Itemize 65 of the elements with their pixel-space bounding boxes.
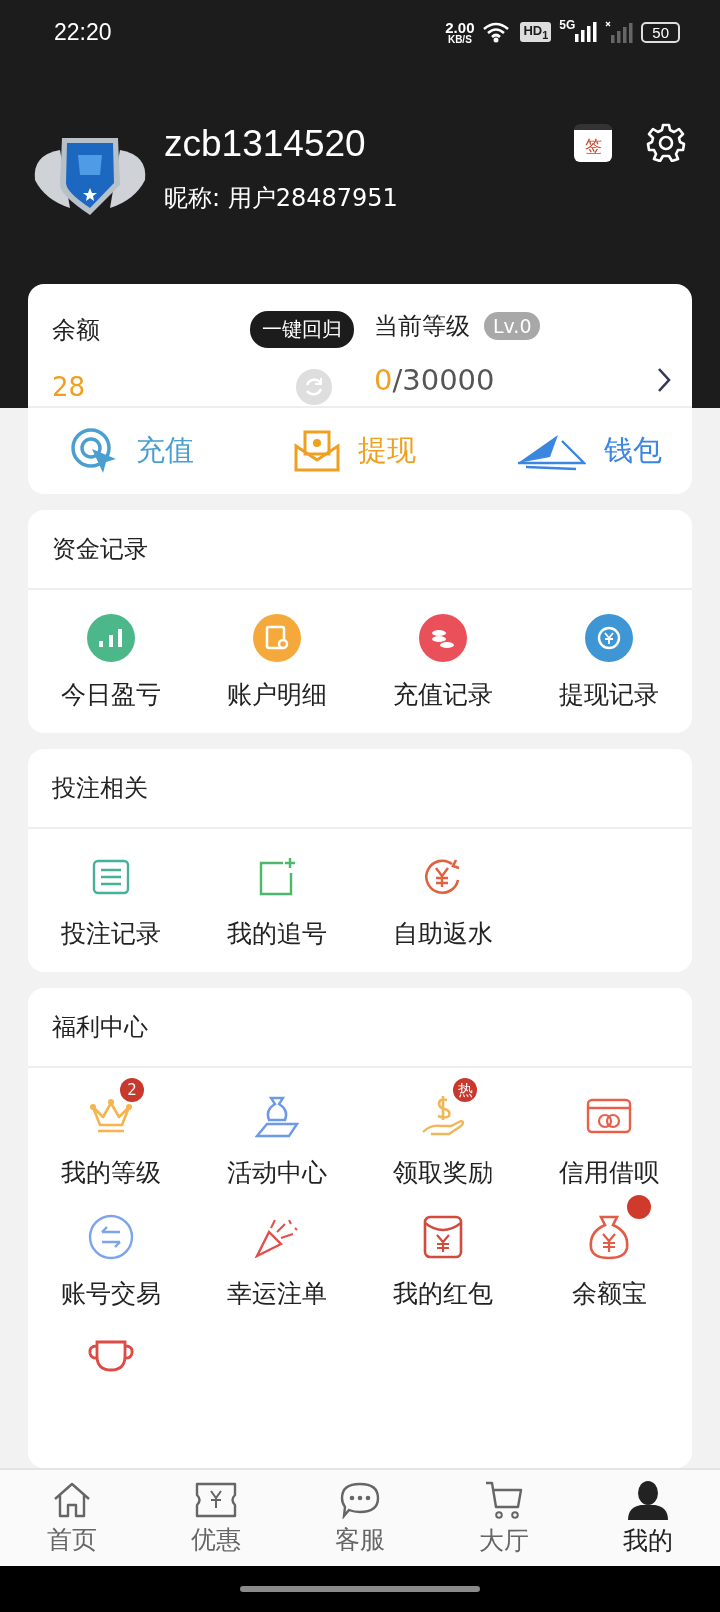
level-badge: Lv.0	[484, 312, 541, 340]
settings-icon[interactable]	[646, 122, 686, 162]
crown-icon[interactable]	[88, 1097, 134, 1135]
sign-in-button[interactable]: 签	[574, 124, 612, 162]
network-type: 5G	[559, 17, 576, 32]
yen-packet-icon[interactable]	[423, 1215, 463, 1259]
menu-item-label[interactable]: 领取奖励	[393, 1156, 493, 1189]
swap-arrows-icon[interactable]	[88, 1214, 134, 1260]
action-label[interactable]: 钱包	[604, 431, 662, 471]
recall-button[interactable]: 一键回归	[250, 311, 354, 348]
nav-tab-label[interactable]: 我的	[623, 1523, 673, 1557]
menu-item-label[interactable]: 信用借呗	[559, 1156, 659, 1189]
chat-bubble-icon[interactable]	[340, 1480, 380, 1519]
add-square-icon[interactable]	[257, 857, 297, 897]
menu-item-label[interactable]: 账号交易	[61, 1277, 161, 1310]
balance-value: 28	[52, 371, 86, 402]
level-label: 当前等级	[374, 311, 470, 342]
envelope-icon[interactable]	[294, 430, 340, 472]
nav-tab-label[interactable]: 首页	[47, 1522, 97, 1556]
nickname: 昵称: 用户28487951	[164, 184, 399, 214]
username: zcb1314520	[164, 122, 367, 166]
menu-item-label[interactable]: 提现记录	[559, 678, 659, 711]
yen-circle-icon[interactable]	[585, 614, 633, 662]
money-bag-hand-icon[interactable]	[255, 1094, 299, 1138]
speed-unit: KB/S	[447, 34, 472, 45]
notification-badge: 热	[453, 1078, 477, 1102]
menu-item-label[interactable]: 账户明细	[227, 678, 327, 711]
menu-item-label[interactable]: 余额宝	[571, 1277, 647, 1310]
person-icon[interactable]	[627, 1479, 669, 1520]
menu-item-label[interactable]: 活动中心	[227, 1156, 327, 1189]
menu-item-label[interactable]: 我的追号	[227, 917, 327, 950]
section-title: 投注相关	[52, 773, 148, 804]
menu-item-label[interactable]: 自助返水	[393, 917, 493, 950]
bar-chart-icon[interactable]	[87, 614, 135, 662]
menu-item-label[interactable]: 我的等级	[61, 1156, 161, 1189]
level-target: /30000	[392, 363, 496, 397]
network-speed: 2.00	[445, 19, 475, 35]
home-icon[interactable]	[52, 1480, 92, 1519]
chevron-right-icon[interactable]	[656, 366, 672, 394]
list-icon[interactable]	[92, 859, 130, 895]
signal-icon	[575, 22, 598, 42]
hd-indicator: HD$_{1}$	[520, 22, 552, 42]
menu-item-label[interactable]: 幸运注单	[227, 1277, 327, 1310]
menu-item-label[interactable]: 今日盈亏	[61, 678, 161, 711]
nav-tab-label[interactable]: 客服	[335, 1522, 385, 1556]
shopping-cart-icon[interactable]	[484, 1479, 524, 1520]
credit-card-icon[interactable]	[586, 1098, 632, 1134]
status-time: 22:20	[54, 18, 112, 46]
signal-icon	[605, 21, 634, 43]
money-bag-icon[interactable]	[587, 1214, 631, 1260]
notification-badge: 2	[120, 1078, 144, 1102]
menu-item-label[interactable]: 充值记录	[393, 678, 493, 711]
section-title: 福利中心	[52, 1012, 148, 1043]
target-cursor-icon[interactable]	[70, 427, 118, 475]
coins-icon[interactable]	[419, 614, 467, 662]
document-search-icon[interactable]	[253, 614, 301, 662]
section-title: 资金记录	[52, 534, 148, 565]
nav-tab-label[interactable]: 优惠	[191, 1522, 241, 1556]
ticket-icon[interactable]	[195, 1480, 237, 1519]
menu-item-label[interactable]: 投注记录	[61, 917, 161, 950]
nav-tab-label[interactable]: 大厅	[479, 1523, 529, 1557]
battery-indicator: 50	[641, 21, 680, 43]
balance-label: 余额	[52, 314, 100, 346]
menu-item-label[interactable]: 我的红包	[393, 1277, 493, 1310]
level-points: 0	[374, 363, 393, 397]
